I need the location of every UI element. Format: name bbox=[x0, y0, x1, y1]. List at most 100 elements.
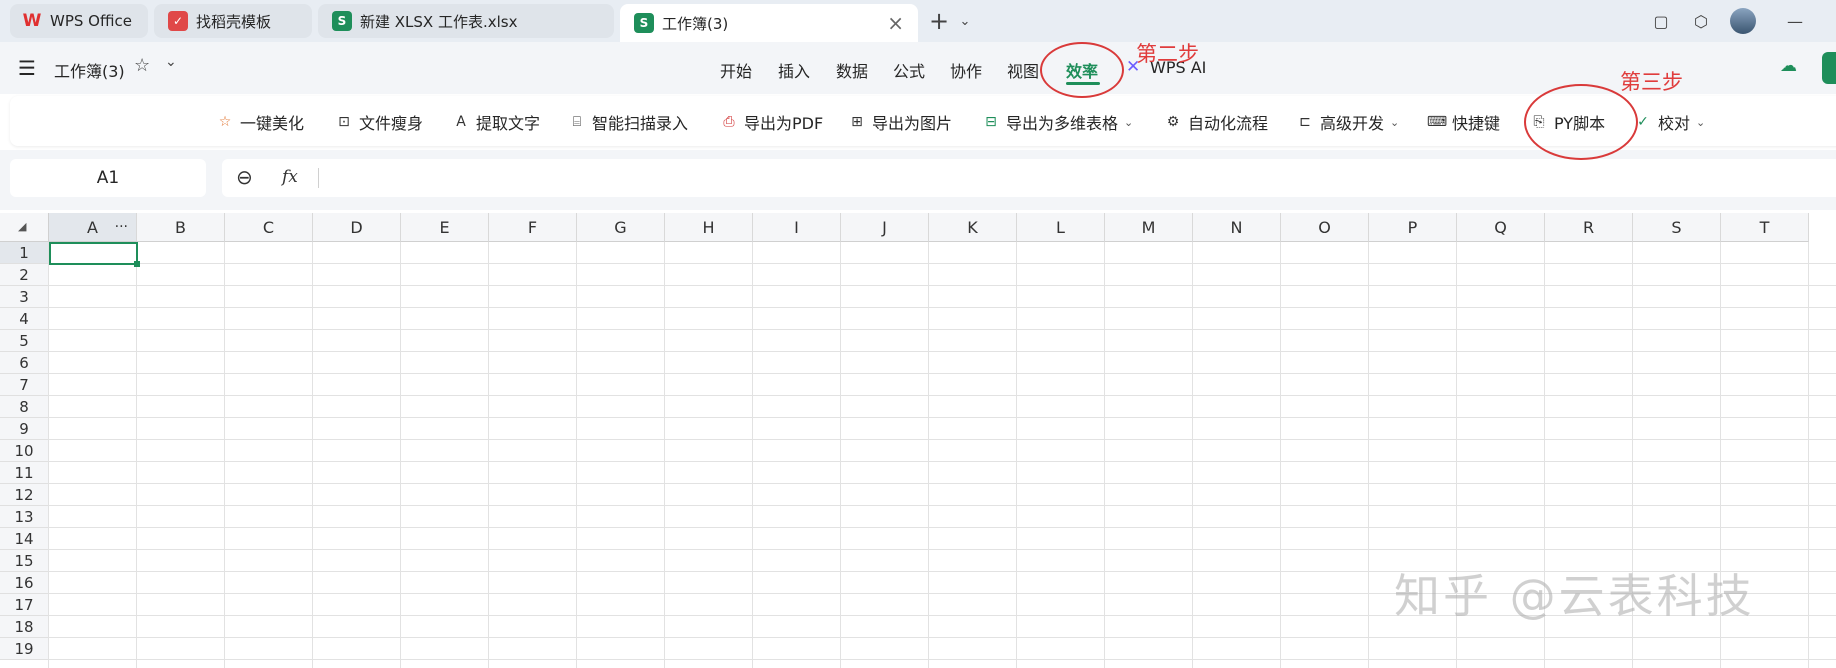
chevron-down-icon: ⌄ bbox=[1124, 115, 1134, 129]
name-box[interactable]: A1 bbox=[10, 159, 206, 197]
step3-annotation: 第三步 bbox=[1620, 70, 1683, 94]
scan-icon: ⌸ bbox=[572, 114, 582, 130]
minimize-icon[interactable]: — bbox=[1784, 10, 1806, 32]
column-header[interactable]: C bbox=[225, 213, 313, 242]
menu-data[interactable]: 数据 bbox=[836, 58, 868, 82]
row-header[interactable]: 3 bbox=[0, 286, 49, 308]
wps-logo-icon: W bbox=[22, 11, 42, 31]
row-header[interactable]: 17 bbox=[0, 594, 49, 616]
apps-cube-icon[interactable]: ⬡ bbox=[1690, 10, 1712, 32]
row-header[interactable]: 14 bbox=[0, 528, 49, 550]
row-header[interactable]: 15 bbox=[0, 550, 49, 572]
column-header[interactable]: B bbox=[137, 213, 225, 242]
cloud-sync-icon[interactable]: ☁ bbox=[1780, 56, 1797, 76]
ribbon-label: 一键美化 bbox=[240, 114, 305, 133]
grid-line-horizontal bbox=[49, 439, 1836, 440]
tab-list-chevron-icon[interactable]: ⌄ bbox=[954, 10, 976, 32]
column-header[interactable]: N bbox=[1193, 213, 1281, 242]
active-cell-a1[interactable] bbox=[49, 242, 140, 267]
column-header[interactable]: E bbox=[401, 213, 489, 242]
column-header[interactable]: M bbox=[1105, 213, 1193, 242]
formula-input[interactable]: ⊖ fx bbox=[222, 159, 1836, 197]
close-tab-icon[interactable]: × bbox=[887, 11, 904, 35]
grid-line-horizontal bbox=[49, 637, 1836, 638]
column-header[interactable]: F bbox=[489, 213, 577, 242]
row-header[interactable]: 8 bbox=[0, 396, 49, 418]
row-header[interactable]: 1 bbox=[0, 242, 49, 264]
column-header[interactable]: G bbox=[577, 213, 665, 242]
export-pdf-button[interactable]: ⎙ 导出为PDF bbox=[720, 110, 823, 134]
tab-new-xlsx[interactable]: S 新建 XLSX 工作表.xlsx bbox=[318, 4, 614, 38]
grid-line-vertical bbox=[136, 242, 137, 668]
row-header[interactable]: 10 bbox=[0, 440, 49, 462]
grid-line-horizontal bbox=[49, 373, 1836, 374]
extract-text-button[interactable]: A 提取文字 bbox=[452, 110, 540, 134]
fill-handle[interactable] bbox=[134, 261, 140, 267]
column-header[interactable]: O bbox=[1281, 213, 1369, 242]
row-header[interactable]: 6 bbox=[0, 352, 49, 374]
column-header[interactable]: S bbox=[1633, 213, 1721, 242]
hamburger-menu-icon[interactable]: ☰ bbox=[18, 56, 36, 80]
export-multi-table-button[interactable]: ⊟ 导出为多维表格 ⌄ bbox=[982, 110, 1133, 134]
grid-line-vertical bbox=[928, 242, 929, 668]
advanced-dev-button[interactable]: ⊏ 高级开发 ⌄ bbox=[1296, 110, 1399, 134]
column-header[interactable]: L bbox=[1017, 213, 1105, 242]
column-header[interactable]: I bbox=[753, 213, 841, 242]
row-header[interactable]: 5 bbox=[0, 330, 49, 352]
file-slim-button[interactable]: ⊡ 文件瘦身 bbox=[335, 110, 423, 134]
column-header[interactable]: H bbox=[665, 213, 753, 242]
column-header[interactable]: Q bbox=[1457, 213, 1545, 242]
row-header[interactable]: 12 bbox=[0, 484, 49, 506]
row-header[interactable]: 4 bbox=[0, 308, 49, 330]
row-header[interactable]: 11 bbox=[0, 462, 49, 484]
fx-icon[interactable]: fx bbox=[282, 167, 298, 187]
column-header[interactable]: A ··· bbox=[49, 213, 137, 242]
proofread-button[interactable]: ✓ 校对 ⌄ bbox=[1634, 110, 1705, 134]
tab-workbook-3[interactable]: S 工作簿(3) × bbox=[620, 4, 918, 42]
share-button[interactable] bbox=[1822, 52, 1836, 84]
grid-line-vertical bbox=[840, 242, 841, 668]
chevron-down-icon: ⌄ bbox=[1390, 115, 1400, 129]
row-header[interactable]: 9 bbox=[0, 418, 49, 440]
menu-view[interactable]: 视图 bbox=[1007, 58, 1039, 82]
menu-formula[interactable]: 公式 bbox=[893, 58, 925, 82]
ribbon-label: 导出为图片 bbox=[872, 114, 953, 133]
grid-line-horizontal bbox=[49, 549, 1836, 550]
grid-line-horizontal bbox=[49, 417, 1836, 418]
menu-collaborate[interactable]: 协作 bbox=[950, 58, 982, 82]
sheet-icon: S bbox=[332, 11, 352, 31]
select-all-corner[interactable]: ◢ bbox=[0, 213, 49, 242]
row-header[interactable]: 7 bbox=[0, 374, 49, 396]
title-chevron-icon[interactable]: ⌄ bbox=[165, 54, 177, 70]
one-click-beautify-button[interactable]: ☆ 一键美化 bbox=[216, 110, 304, 134]
column-header[interactable]: D bbox=[313, 213, 401, 242]
menu-start[interactable]: 开始 bbox=[720, 58, 752, 82]
smart-scan-button[interactable]: ⌸ 智能扫描录入 bbox=[568, 110, 688, 134]
tab-docer-templates[interactable]: ✓ 找稻壳模板 bbox=[154, 4, 312, 38]
column-header[interactable]: J bbox=[841, 213, 929, 242]
row-header[interactable]: 2 bbox=[0, 264, 49, 286]
grid-line-horizontal bbox=[49, 659, 1836, 660]
column-header[interactable]: T bbox=[1721, 213, 1809, 242]
new-tab-icon[interactable]: + bbox=[928, 7, 950, 35]
avatar[interactable] bbox=[1730, 8, 1756, 34]
row-header[interactable]: 16 bbox=[0, 572, 49, 594]
column-header[interactable]: P bbox=[1369, 213, 1457, 242]
zoom-out-icon[interactable]: ⊖ bbox=[236, 165, 253, 189]
tab-wps-office[interactable]: W WPS Office bbox=[10, 4, 148, 38]
document-title[interactable]: 工作簿(3) bbox=[54, 58, 125, 82]
restore-window-icon[interactable]: ▢ bbox=[1650, 10, 1672, 32]
menu-insert[interactable]: 插入 bbox=[778, 58, 810, 82]
export-image-button[interactable]: ⊞ 导出为图片 bbox=[848, 110, 952, 134]
column-header[interactable]: K bbox=[929, 213, 1017, 242]
grid-line-vertical bbox=[488, 242, 489, 668]
row-header[interactable]: 18 bbox=[0, 616, 49, 638]
row-header[interactable]: 19 bbox=[0, 638, 49, 660]
column-header[interactable]: R bbox=[1545, 213, 1633, 242]
row-header[interactable]: 13 bbox=[0, 506, 49, 528]
grid-line-vertical bbox=[400, 242, 401, 668]
column-more-icon[interactable]: ··· bbox=[115, 219, 128, 235]
shortcut-keys-button[interactable]: ⌨ 快捷键 bbox=[1427, 110, 1500, 134]
automation-flow-button[interactable]: ⚙ 自动化流程 bbox=[1164, 110, 1268, 134]
star-icon[interactable]: ☆ bbox=[134, 55, 150, 76]
